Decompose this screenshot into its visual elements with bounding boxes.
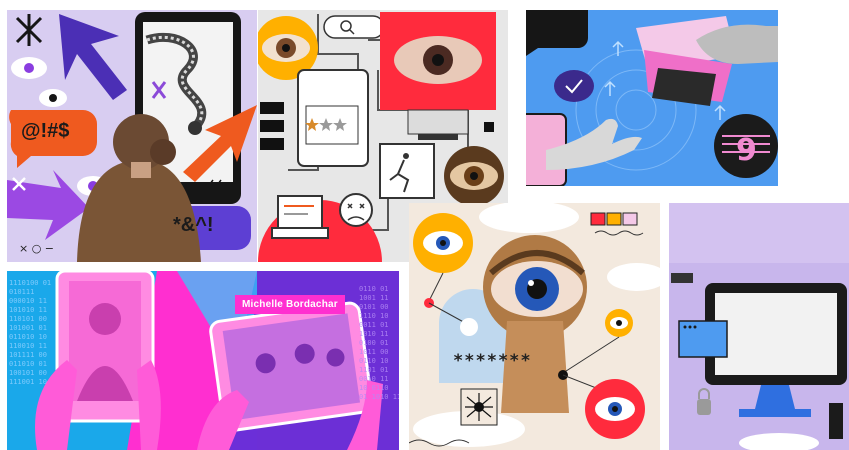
password-mask: ******* — [453, 351, 532, 371]
keyhole-artwork — [409, 203, 660, 447]
svg-text:9: 9 — [736, 133, 757, 168]
bubble-symbols-left: @!#$ — [21, 120, 70, 142]
illustration-chat-symbols: @!#$ *&^! × ○ − — [7, 10, 257, 262]
illustration-keyhole-eye: ******* — [409, 203, 660, 450]
blue-hands-artwork: 9 — [526, 10, 778, 186]
illustration-portrait-phones: 1110100 01 010111 000010 11 101010 11 11… — [7, 271, 399, 450]
binary-code-right: 0110 01 1001 11 0101 00 1110 10 0011 01 … — [359, 285, 399, 401]
illustration-blue-hands: 9 — [526, 10, 778, 186]
binary-code-left: 1110100 01 010111 000010 11 101010 11 11… — [9, 279, 52, 386]
window-controls: × ○ − — [19, 242, 55, 255]
bubble-symbols-right: *&^! — [173, 214, 214, 236]
name-tag: Michelle Bordachar — [235, 295, 345, 314]
computer-artwork — [669, 263, 849, 450]
illustration-lavender-computer — [669, 203, 849, 450]
